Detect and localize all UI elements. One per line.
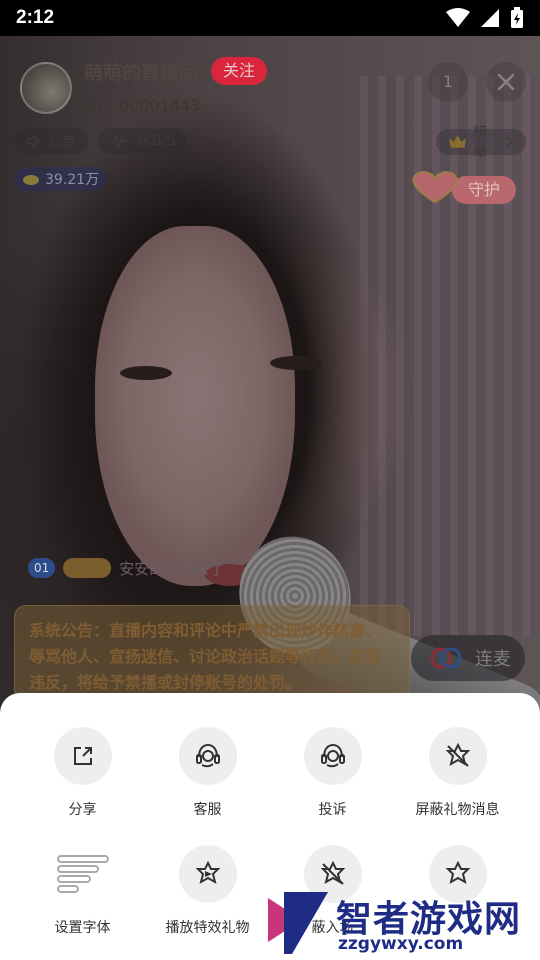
- guard-heart-icon: [412, 171, 458, 204]
- option-icon-circle: [428, 727, 487, 785]
- play-gift-effects-icon: [195, 860, 220, 885]
- chevron-right-icon: [506, 136, 514, 148]
- room-title: 萌萌的直播间: [84, 62, 199, 84]
- notice-label: 公告: [48, 134, 76, 150]
- watermark-domain: zzgywxy.com: [338, 934, 464, 954]
- connect-mic-button[interactable]: 连麦: [411, 635, 525, 681]
- chat-vip-badge: [63, 558, 112, 578]
- chat-level-badge: 01: [28, 558, 56, 578]
- system-notice: 系统公告：直播内容和评论中严禁出现炒作炫富、辱骂他人、宣扬迷信、讨论政治话题等行…: [14, 605, 410, 701]
- signal-icon: [481, 9, 499, 27]
- option-customer-service[interactable]: 客服: [145, 727, 270, 819]
- font-settings-icon: [56, 855, 109, 893]
- host-avatar[interactable]: [20, 62, 72, 114]
- follow-button[interactable]: 关注: [211, 57, 267, 85]
- status-bar: 2:12: [0, 0, 540, 36]
- speed-value: 3KB/S: [134, 133, 176, 149]
- link-rings-icon: [430, 647, 462, 669]
- wifi-icon: [446, 8, 470, 27]
- rank-button[interactable]: 榜单: [436, 125, 526, 161]
- option-label: 分享: [68, 802, 97, 818]
- speaker-icon: [27, 133, 39, 149]
- viewer-count-button[interactable]: 1: [428, 62, 468, 102]
- chat-username: 安安的宅宅来了: [119, 559, 225, 578]
- room-id: ID：60001443: [86, 96, 201, 115]
- block-entry-icon: [320, 860, 345, 885]
- site-watermark: 智者游戏网 zzgywxy.com: [262, 888, 540, 960]
- gift-sound-icon: [445, 860, 470, 885]
- customer-service-icon: [195, 743, 220, 768]
- share-icon: [73, 747, 92, 765]
- block-gift-message-icon: [445, 742, 470, 767]
- option-label: 屏蔽礼物消息: [415, 802, 500, 818]
- option-icon-circle: [53, 727, 112, 785]
- option-icon-circle: [303, 727, 362, 785]
- coin-icon: [23, 175, 39, 185]
- complaint-icon: [320, 743, 345, 768]
- option-share[interactable]: 分享: [20, 727, 145, 819]
- system-icons: [446, 7, 524, 29]
- option-label: 播放特效礼物: [165, 920, 250, 936]
- option-label: 投诉: [318, 802, 347, 818]
- option-icon-circle: [178, 845, 237, 903]
- option-label: 客服: [193, 802, 222, 818]
- option-play-gift-effects[interactable]: 播放特效礼物: [145, 845, 270, 937]
- coins-value: 39.21万: [45, 172, 100, 188]
- battery-icon: [511, 7, 523, 28]
- status-time: 2:12: [16, 7, 55, 28]
- connect-label: 连麦: [475, 649, 511, 670]
- close-icon: [497, 73, 515, 91]
- rank-label: 榜单: [473, 125, 488, 161]
- option-complaint[interactable]: 投诉: [270, 727, 395, 819]
- option-icon-circle: [178, 727, 237, 785]
- option-icon-box: [54, 845, 112, 903]
- chat-message: 01 安安的宅宅来了: [28, 556, 224, 580]
- coins-badge[interactable]: 39.21万: [14, 167, 108, 191]
- close-button[interactable]: [486, 62, 526, 102]
- pulse-icon: [110, 134, 128, 148]
- crown-icon: [448, 135, 467, 148]
- option-block-gift-message[interactable]: 屏蔽礼物消息: [395, 727, 520, 819]
- option-label: 设置字体: [54, 920, 111, 936]
- option-font-settings[interactable]: 设置字体: [20, 845, 145, 937]
- watermark-logo: [268, 892, 328, 954]
- network-speed: 3KB/S: [98, 128, 188, 154]
- notice-button[interactable]: 公告: [14, 128, 88, 154]
